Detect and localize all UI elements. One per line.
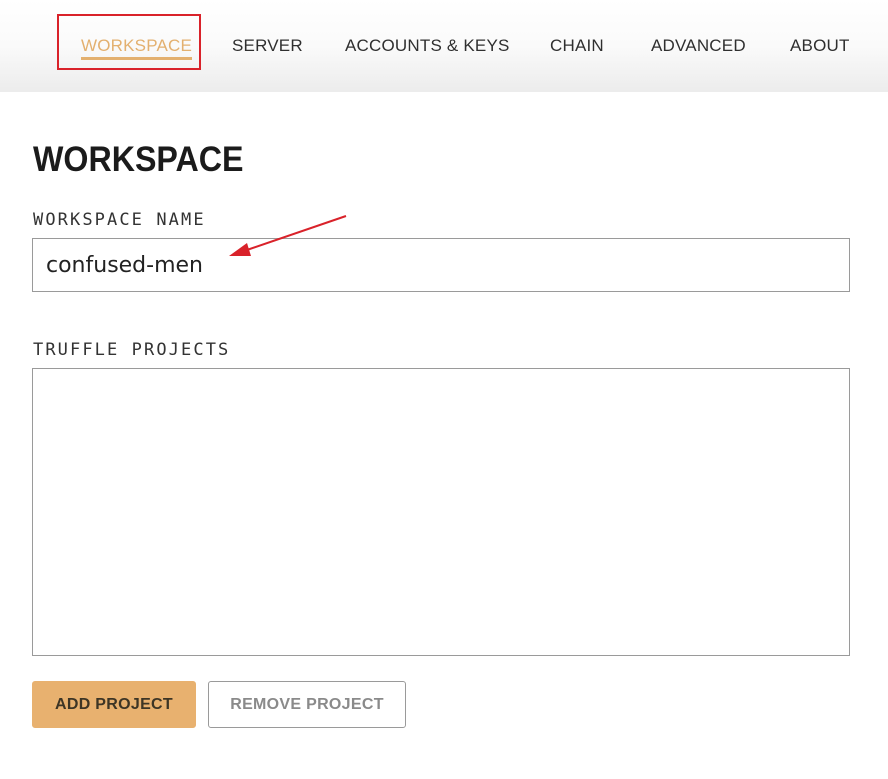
tab-chain[interactable]: CHAIN <box>550 36 604 56</box>
truffle-projects-label: TRUFFLE PROJECTS <box>33 340 231 360</box>
tab-advanced-label: ADVANCED <box>651 36 746 55</box>
tab-server[interactable]: SERVER <box>232 36 303 56</box>
tab-advanced[interactable]: ADVANCED <box>651 36 746 56</box>
add-project-button[interactable]: ADD PROJECT <box>32 681 196 728</box>
tab-about[interactable]: ABOUT <box>790 36 850 56</box>
truffle-projects-list[interactable] <box>32 368 850 656</box>
tab-about-label: ABOUT <box>790 36 850 55</box>
workspace-name-input[interactable] <box>32 238 850 292</box>
remove-project-button[interactable]: REMOVE PROJECT <box>208 681 406 728</box>
page-title: WORKSPACE <box>33 140 244 179</box>
tab-accounts-keys-label: ACCOUNTS & KEYS <box>345 36 510 55</box>
workspace-name-label: WORKSPACE NAME <box>33 210 206 230</box>
tab-chain-label: CHAIN <box>550 36 604 55</box>
tab-accounts-keys[interactable]: ACCOUNTS & KEYS <box>345 36 510 56</box>
tab-server-label: SERVER <box>232 36 303 55</box>
annotation-highlight-box <box>57 14 201 70</box>
top-navigation: WORKSPACE SERVER ACCOUNTS & KEYS CHAIN A… <box>0 0 888 92</box>
